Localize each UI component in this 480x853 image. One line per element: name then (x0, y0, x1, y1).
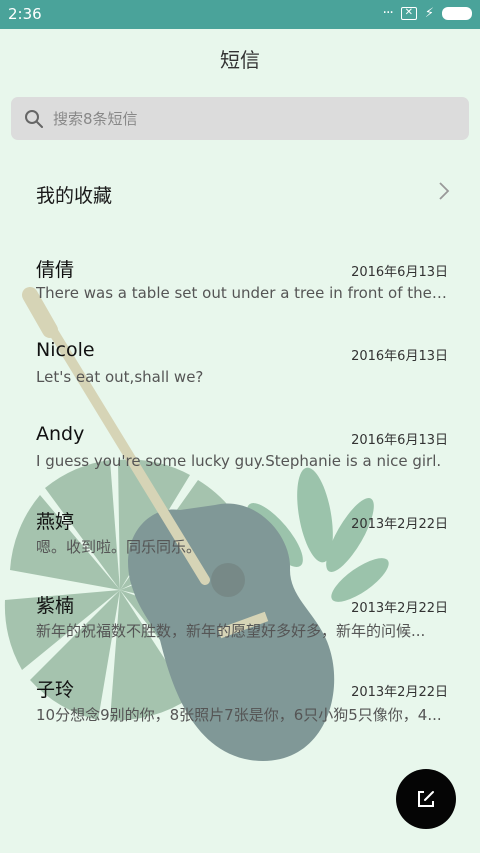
search-placeholder: 搜索8条短信 (53, 110, 138, 128)
conversation-item[interactable]: 子玲 2013年2月22日 10分想念9别的你，8张照片7张是你，6只小狗5只像… (0, 663, 480, 747)
contact-name: Andy (36, 423, 85, 445)
page-title: 短信 (220, 48, 260, 72)
contact-name: 子玲 (36, 679, 75, 701)
conversation-item[interactable]: Nicole 2016年6月13日 Let's eat out,shall we… (0, 327, 480, 411)
compose-icon (418, 791, 434, 807)
more-dots-icon: ··· (382, 5, 394, 21)
compose-button[interactable] (396, 769, 456, 829)
status-icons: ··· ✕ ⚡ (382, 5, 472, 21)
contact-name: Nicole (36, 339, 95, 361)
conversation-item[interactable]: Andy 2016年6月13日 I guess you're some luck… (0, 411, 480, 495)
message-preview: 10分想念9别的你，8张照片7张是你，6只小狗5只像你，4... (36, 706, 442, 724)
message-preview: 新年的祝福数不胜数，新年的愿望好多好多，新年的问候... (36, 622, 426, 640)
chevron-right-icon (439, 182, 450, 200)
conversation-item[interactable]: 倩倩 2016年6月13日 There was a table set out … (0, 243, 480, 327)
contact-name: 燕婷 (36, 511, 75, 533)
message-date: 2016年6月13日 (351, 265, 448, 280)
conversation-item[interactable]: 紫楠 2013年2月22日 新年的祝福数不胜数，新年的愿望好多好多，新年的问候.… (0, 579, 480, 663)
status-bar: 2:36 ··· ✕ ⚡ (0, 0, 480, 29)
sim-x-icon: ✕ (400, 6, 417, 20)
message-date: 2016年6月13日 (351, 349, 448, 364)
message-preview: Let's eat out,shall we? (36, 368, 204, 386)
conversation-item[interactable]: 燕婷 2013年2月22日 嗯。收到啦。同乐同乐。 (0, 495, 480, 579)
message-date: 2013年2月22日 (351, 601, 448, 616)
contact-name: 紫楠 (36, 595, 75, 617)
message-preview: I guess you're some lucky guy.Stephanie … (36, 452, 442, 470)
message-date: 2013年2月22日 (351, 517, 448, 532)
battery-icon (442, 6, 472, 20)
message-preview: There was a table set out under a tree i… (36, 284, 448, 302)
message-preview: 嗯。收到啦。同乐同乐。 (36, 538, 202, 556)
favorites-row[interactable]: 我的收藏 (0, 165, 480, 220)
favorites-label: 我的收藏 (36, 185, 113, 207)
search-icon (25, 109, 43, 128)
status-time: 2:36 (8, 5, 42, 23)
contact-name: 倩倩 (36, 259, 75, 281)
message-date: 2013年2月22日 (351, 685, 448, 700)
message-date: 2016年6月13日 (351, 433, 448, 448)
charging-bolt-icon: ⚡ (424, 5, 434, 21)
search-bar[interactable]: 搜索8条短信 (11, 97, 469, 140)
